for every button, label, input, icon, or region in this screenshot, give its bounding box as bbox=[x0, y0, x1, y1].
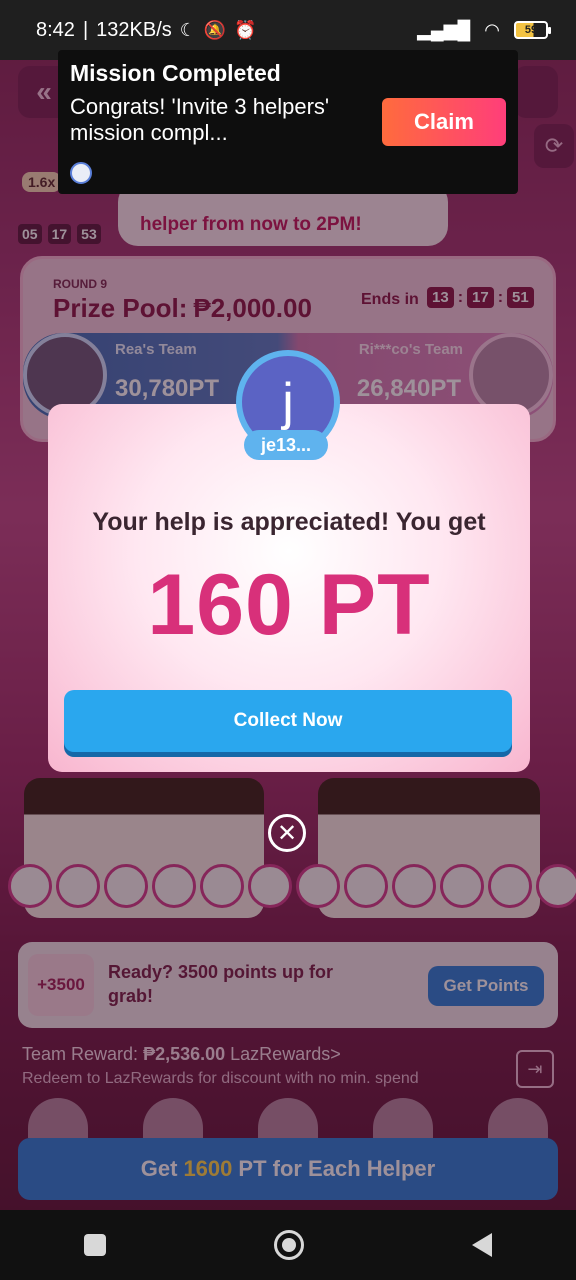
battery-icon: 59 bbox=[514, 21, 551, 39]
close-icon[interactable]: ✕ bbox=[268, 814, 306, 852]
status-divider: | bbox=[82, 18, 89, 41]
app-icon bbox=[70, 162, 92, 184]
back-nav-button[interactable] bbox=[472, 1233, 492, 1257]
network-speed: 132KB/s bbox=[96, 18, 172, 41]
screen: 8:42 | 132KB/s ☾ 🔕 ⏰ ▂▄▆█ ◠ 59 « ⟳ helpe… bbox=[0, 0, 576, 1280]
battery-level: 59 bbox=[524, 24, 538, 36]
recents-button[interactable] bbox=[84, 1234, 106, 1256]
home-button[interactable] bbox=[274, 1230, 304, 1260]
wifi-icon: ◠ bbox=[484, 20, 500, 40]
notification-title: Mission Completed bbox=[70, 60, 281, 86]
collect-now-button[interactable]: Collect Now bbox=[64, 690, 512, 752]
notification-banner[interactable]: Mission Completed Congrats! 'Invite 3 he… bbox=[58, 50, 518, 194]
claim-button[interactable]: Claim bbox=[382, 98, 506, 146]
reward-modal: j je13... Your help is appreciated! You … bbox=[48, 350, 530, 772]
modal-message: Your help is appreciated! You get bbox=[92, 508, 486, 536]
helper-name-badge: je13... bbox=[244, 430, 328, 460]
bell-off-icon: 🔕 bbox=[203, 20, 227, 40]
alarm-icon: ⏰ bbox=[234, 20, 257, 40]
moon-icon: ☾ bbox=[179, 20, 196, 40]
reward-points: 160 PT bbox=[147, 557, 431, 653]
status-time: 8:42 bbox=[36, 18, 75, 41]
signal-icon: ▂▄▆█ bbox=[417, 20, 471, 40]
system-nav-bar bbox=[0, 1210, 576, 1280]
notification-body: Congrats! 'Invite 3 helpers' mission com… bbox=[70, 94, 330, 145]
